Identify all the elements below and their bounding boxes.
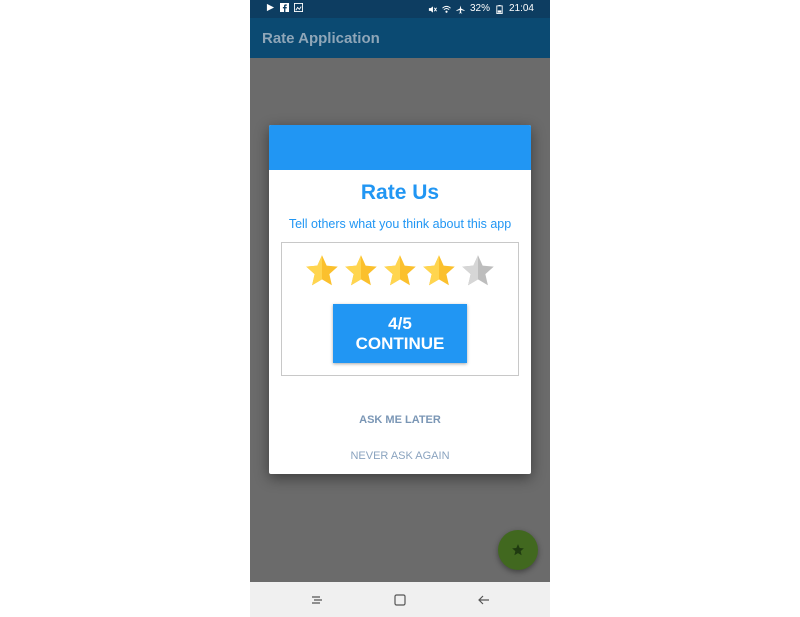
battery-icon (496, 4, 503, 14)
ask-me-later-button[interactable]: ASK ME LATER (269, 414, 531, 426)
navigation-bar (250, 582, 550, 617)
star-filled-icon[interactable] (343, 253, 379, 289)
continue-label: CONTINUE (355, 333, 445, 353)
wifi-icon (442, 5, 451, 13)
app-title: Rate Application (262, 30, 380, 47)
battery-percentage: 32% (469, 3, 490, 14)
rating-value: 4/5 (388, 313, 412, 333)
airplane-mode-icon (456, 4, 465, 14)
gallery-icon (294, 3, 303, 12)
never-ask-again-button[interactable]: NEVER ASK AGAIN (269, 450, 531, 462)
status-indicators: 32% 21:04 (428, 3, 534, 15)
home-button[interactable] (392, 592, 408, 608)
star-icon (512, 544, 524, 556)
mute-icon (428, 5, 437, 13)
fab-button[interactable] (498, 530, 538, 570)
back-icon (478, 595, 489, 605)
rate-dialog: Rate Us Tell others what you think about… (269, 125, 531, 474)
continue-button[interactable]: 4/5 CONTINUE (333, 304, 467, 363)
recent-apps-button[interactable] (309, 592, 325, 608)
home-icon (394, 594, 406, 606)
dialog-title: Rate Us (360, 181, 440, 204)
facebook-icon (280, 3, 289, 12)
status-bar: 32% 21:04 (250, 0, 550, 18)
rating-box: 4/5 CONTINUE (281, 242, 519, 376)
star-rating[interactable] (304, 253, 496, 289)
status-notifications (266, 3, 303, 12)
star-empty-icon[interactable] (460, 253, 496, 289)
back-button[interactable] (476, 592, 492, 608)
dialog-header (269, 125, 531, 170)
star-filled-icon[interactable] (421, 253, 457, 289)
clock: 21:04 (508, 3, 534, 14)
play-store-icon (266, 3, 275, 12)
star-filled-icon[interactable] (382, 253, 418, 289)
phone-screen: 32% 21:04 Rate Application Rate Us Tell … (250, 0, 550, 617)
star-filled-icon[interactable] (304, 253, 340, 289)
recent-apps-icon (312, 596, 322, 604)
app-bar: Rate Application (250, 18, 550, 58)
dialog-subtitle: Tell others what you think about this ap… (288, 217, 512, 231)
